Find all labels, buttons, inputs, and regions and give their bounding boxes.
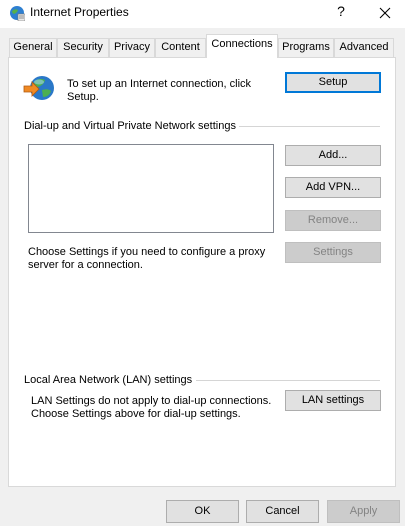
lan-description-line2: Choose Settings above for dial-up settin… — [31, 408, 241, 420]
ok-button[interactable]: OK — [166, 500, 239, 523]
tab-security[interactable]: Security — [57, 38, 109, 57]
lan-settings-button[interactable]: LAN settings — [285, 390, 381, 411]
remove-button[interactable]: Remove... — [285, 210, 381, 231]
add-button[interactable]: Add... — [285, 145, 381, 166]
internet-globe-icon — [10, 6, 25, 21]
dialup-group-divider — [239, 126, 380, 127]
tab-advanced[interactable]: Advanced — [334, 38, 394, 57]
close-icon[interactable] — [374, 2, 396, 24]
proxy-description-line1: Choose Settings if you need to configure… — [28, 246, 266, 258]
apply-button[interactable]: Apply — [327, 500, 400, 523]
connections-listbox[interactable] — [28, 144, 274, 233]
dialup-group-heading: Dial-up and Virtual Private Network sett… — [24, 120, 236, 132]
tab-general[interactable]: General — [9, 38, 57, 57]
lan-description-line1: LAN Settings do not apply to dial-up con… — [31, 395, 272, 407]
add-vpn-button[interactable]: Add VPN... — [285, 177, 381, 198]
proxy-description-line2: server for a connection. — [28, 259, 143, 271]
tab-connections[interactable]: Connections — [206, 34, 278, 58]
setup-button[interactable]: Setup — [285, 72, 381, 93]
help-button[interactable]: ? — [333, 3, 349, 21]
cancel-button[interactable]: Cancel — [246, 500, 319, 523]
setup-description-line1: To set up an Internet connection, click — [67, 78, 252, 90]
title-bar: Internet Properties ? — [0, 0, 405, 28]
internet-connection-icon — [23, 76, 54, 100]
settings-button[interactable]: Settings — [285, 242, 381, 263]
setup-description-line2: Setup. — [67, 91, 99, 103]
lan-group-divider — [196, 380, 380, 381]
window-title: Internet Properties — [30, 5, 129, 19]
tab-programs[interactable]: Programs — [278, 38, 334, 57]
lan-group-heading: Local Area Network (LAN) settings — [24, 374, 193, 386]
tab-privacy[interactable]: Privacy — [109, 38, 155, 57]
tab-content[interactable]: Content — [155, 38, 206, 57]
